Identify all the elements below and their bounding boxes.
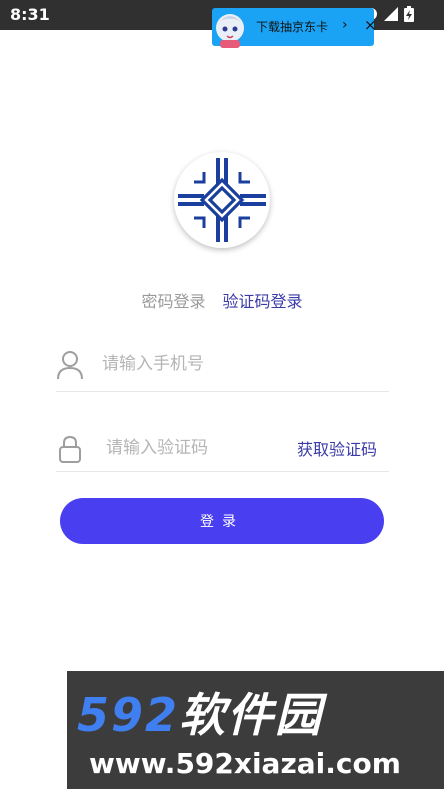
ad-banner[interactable]: 下载抽京东卡 › × — [212, 8, 377, 48]
battery-icon — [404, 6, 414, 22]
lock-icon — [59, 435, 81, 463]
watermark-brand-name: 软件园 — [179, 688, 324, 742]
watermark-url: www.592xiazai.com — [89, 747, 401, 780]
code-field: 获取验证码 — [56, 422, 389, 472]
status-time: 8:31 — [10, 5, 50, 24]
company-logo — [178, 158, 266, 242]
tab-password-login[interactable]: 密码登录 — [141, 288, 205, 312]
tab-code-login[interactable]: 验证码登录 — [223, 288, 303, 312]
login-button[interactable]: 登录 — [60, 498, 384, 544]
ad-arrow-icon: › — [342, 17, 348, 33]
phone-input[interactable] — [102, 348, 302, 380]
watermark: 592软件园 www.592xiazai.com — [67, 671, 444, 789]
watermark-brand-number: 592 — [77, 688, 180, 742]
get-code-button[interactable]: 获取验证码 — [297, 436, 377, 460]
signal-icon — [384, 7, 398, 21]
code-input[interactable] — [106, 432, 306, 464]
user-icon — [57, 351, 83, 380]
login-mode-tabs: 密码登录 验证码登录 — [0, 288, 444, 312]
app-logo — [174, 152, 270, 248]
watermark-brand: 592软件园 — [77, 679, 323, 745]
ad-close-button[interactable]: × — [364, 16, 377, 34]
mascot-icon — [216, 14, 244, 48]
phone-field — [56, 342, 389, 392]
ad-text: 下载抽京东卡 — [256, 20, 329, 34]
